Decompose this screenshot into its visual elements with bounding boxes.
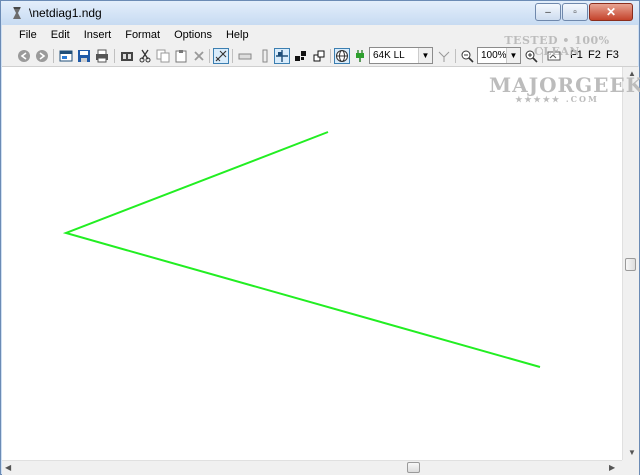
window-controls: – ▫ ✕ bbox=[535, 3, 633, 21]
scroll-left-icon[interactable]: ◀ bbox=[5, 463, 11, 472]
save-icon[interactable] bbox=[76, 48, 92, 64]
back-icon[interactable] bbox=[16, 48, 32, 64]
zoom-in-icon[interactable] bbox=[523, 48, 539, 64]
vertical-scrollbar[interactable]: ▲ ▼ bbox=[622, 67, 639, 460]
diagram-canvas[interactable] bbox=[2, 67, 622, 460]
menu-help[interactable]: Help bbox=[219, 29, 256, 41]
zoom-select[interactable]: 100% ▼ bbox=[477, 47, 521, 64]
f2-button[interactable]: F2 bbox=[588, 49, 601, 61]
wireless-icon[interactable] bbox=[436, 48, 452, 64]
toolbar-separator bbox=[53, 49, 54, 63]
align-icon[interactable] bbox=[274, 48, 290, 64]
window-title: \netdiag1.ndg bbox=[29, 6, 102, 20]
toolbar-separator bbox=[232, 49, 233, 63]
chevron-down-icon: ▼ bbox=[418, 48, 432, 63]
close-icon: ✕ bbox=[605, 5, 617, 19]
menu-file[interactable]: File bbox=[12, 29, 44, 41]
slot-icon[interactable] bbox=[257, 48, 273, 64]
f3-button[interactable]: F3 bbox=[606, 49, 619, 61]
open-icon[interactable] bbox=[58, 48, 74, 64]
chevron-down-icon: ▼ bbox=[506, 48, 520, 63]
scroll-up-icon[interactable]: ▲ bbox=[628, 69, 636, 78]
zoom-out-icon[interactable] bbox=[459, 48, 475, 64]
paste-icon[interactable] bbox=[173, 48, 189, 64]
toolbar-separator bbox=[114, 49, 115, 63]
maximize-button[interactable]: ▫ bbox=[562, 3, 588, 21]
diagram-svg bbox=[62, 131, 541, 368]
horizontal-scroll-thumb[interactable] bbox=[407, 462, 420, 473]
toolbar-separator bbox=[209, 49, 210, 63]
print-icon[interactable] bbox=[94, 48, 110, 64]
scroll-right-icon[interactable]: ▶ bbox=[609, 463, 615, 472]
menu-insert[interactable]: Insert bbox=[77, 29, 119, 41]
minimize-icon: – bbox=[545, 6, 551, 18]
delete-icon[interactable] bbox=[191, 48, 207, 64]
toolbar-separator bbox=[330, 49, 331, 63]
toolbar: 64K LL ▼ 100% ▼ F1 F2 F3 bbox=[2, 45, 638, 67]
zoom-value: 100% bbox=[481, 50, 507, 61]
plug-icon[interactable] bbox=[352, 48, 368, 64]
menu-format[interactable]: Format bbox=[118, 29, 167, 41]
toolbar-separator bbox=[542, 49, 543, 63]
app-window: \netdiag1.ndg – ▫ ✕ File Edit Insert For… bbox=[0, 0, 640, 475]
draw-link-icon[interactable] bbox=[213, 48, 229, 64]
close-button[interactable]: ✕ bbox=[589, 3, 633, 21]
forward-icon[interactable] bbox=[34, 48, 50, 64]
network-link-line[interactable] bbox=[62, 131, 541, 368]
cut-icon[interactable] bbox=[137, 48, 153, 64]
line-type-select[interactable]: 64K LL ▼ bbox=[369, 47, 433, 64]
globe-icon[interactable] bbox=[334, 48, 350, 64]
scroll-down-icon[interactable]: ▼ bbox=[628, 448, 636, 457]
image-icon[interactable] bbox=[546, 48, 562, 64]
app-icon bbox=[9, 5, 25, 21]
preview-icon[interactable] bbox=[119, 48, 135, 64]
node-icon[interactable] bbox=[237, 48, 253, 64]
toolbar-separator bbox=[455, 49, 456, 63]
menu-options[interactable]: Options bbox=[167, 29, 219, 41]
minimize-button[interactable]: – bbox=[535, 3, 561, 21]
group-icon[interactable] bbox=[293, 48, 309, 64]
horizontal-scrollbar[interactable]: ◀ ▶ bbox=[2, 460, 622, 475]
f1-button[interactable]: F1 bbox=[570, 49, 583, 61]
scrollbar-corner bbox=[622, 460, 639, 475]
vertical-scroll-thumb[interactable] bbox=[625, 258, 636, 271]
menu-edit[interactable]: Edit bbox=[44, 29, 77, 41]
title-bar[interactable]: \netdiag1.ndg – ▫ ✕ bbox=[1, 1, 639, 25]
maximize-icon: ▫ bbox=[573, 6, 577, 18]
ungroup-icon[interactable] bbox=[311, 48, 327, 64]
line-type-value: 64K LL bbox=[373, 50, 405, 61]
menu-bar: File Edit Insert Format Options Help bbox=[2, 25, 638, 45]
copy-icon[interactable] bbox=[155, 48, 171, 64]
